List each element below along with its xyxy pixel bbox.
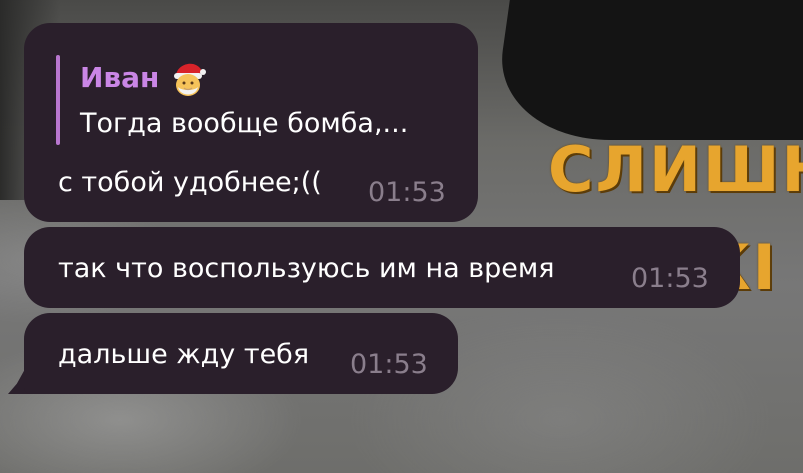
reply-bar xyxy=(56,55,60,145)
message-time: 01:53 xyxy=(350,349,428,380)
message-text: дальше жду тебя xyxy=(58,339,310,370)
background-caption-line-1: СЛИШН xyxy=(548,133,803,206)
reply-preview-text: Тогда вообще бомба,... xyxy=(80,108,409,139)
message-time: 01:53 xyxy=(631,263,709,294)
message-text: с тобой удобнее;(( xyxy=(58,167,322,198)
message-text: так что воспользуюсь им на время xyxy=(58,253,555,284)
santa-face-icon xyxy=(174,63,206,96)
background-dark-shape xyxy=(490,0,803,140)
message-time: 01:53 xyxy=(368,177,446,208)
reply-quote[interactable]: Иван Тогда вообще бомба,... xyxy=(56,55,456,145)
reply-author-name: Иван xyxy=(80,61,160,94)
